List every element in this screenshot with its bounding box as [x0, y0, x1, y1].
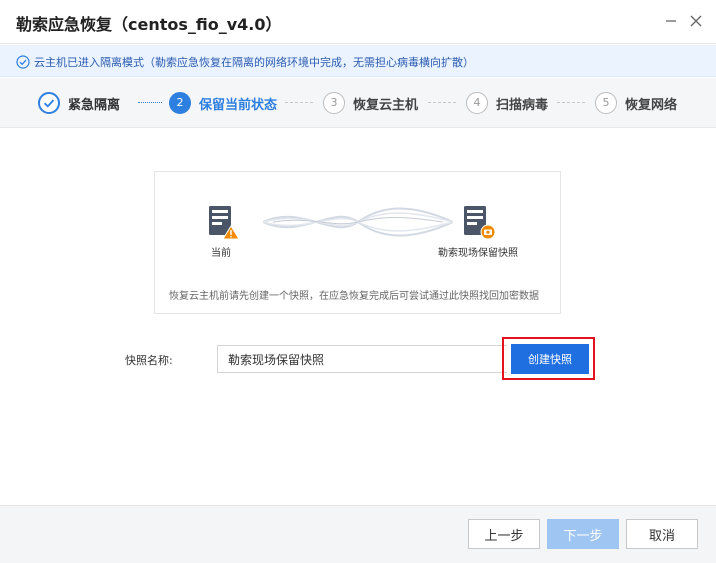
title-bar: 勒索应急恢复（centos_fio_v4.0）: [0, 0, 716, 44]
step-label: 紧急隔离: [68, 98, 121, 113]
snapshot-name-input[interactable]: [217, 345, 507, 373]
previous-button[interactable]: 上一步: [468, 519, 540, 549]
wizard-steps: 紧急隔离 2 保留当前状态 3 恢复云主机 4 扫描病毒 5 恢复网络: [0, 78, 716, 128]
close-icon[interactable]: [688, 13, 704, 29]
step-connector: [557, 102, 585, 103]
step-connector: [285, 102, 313, 103]
snapshot-diagram: 当前 勒索现场保留快照 恢复云主机前请先创建一个快照，在应急恢复完成后可尝试通过…: [154, 171, 561, 314]
minimize-icon[interactable]: [663, 13, 679, 29]
isolation-notice: 云主机已进入隔离模式（勒索应急恢复在隔离的网络环境中完成，无需担心病毒横向扩散）: [0, 45, 716, 77]
step-number: 2: [169, 92, 191, 114]
step-label: 扫描病毒: [496, 98, 549, 113]
step-label: 恢复云主机: [353, 98, 419, 113]
check-circle-icon: [16, 54, 30, 69]
next-button[interactable]: 下一步: [547, 519, 619, 549]
step-number: 5: [595, 92, 617, 114]
step-label: 恢复网络: [625, 98, 678, 113]
create-snapshot-button[interactable]: 创建快照: [511, 344, 589, 374]
step-connector: [428, 102, 456, 103]
diagram-description: 恢复云主机前请先创建一个快照，在应急恢复完成后可尝试通过此快照找回加密数据: [169, 291, 539, 302]
step-label: 保留当前状态: [199, 98, 278, 113]
step-number: 3: [323, 92, 345, 114]
snapshot-name-label: 快照名称:: [125, 354, 173, 367]
step-number: 4: [466, 92, 488, 114]
server-snapshot-icon: [463, 205, 496, 241]
dialog-footer: 上一步 下一步 取消: [0, 505, 716, 563]
current-state-label: 当前: [211, 248, 231, 259]
step-connector: [138, 102, 162, 103]
server-warning-icon: [208, 205, 240, 241]
step-done-icon: [38, 92, 60, 114]
snapshot-label: 勒索现场保留快照: [438, 248, 518, 259]
isolation-notice-text: 云主机已进入隔离模式（勒索应急恢复在隔离的网络环境中完成，无需担心病毒横向扩散）: [34, 56, 474, 69]
transfer-waves: [262, 202, 454, 242]
dialog-title: 勒索应急恢复（centos_fio_v4.0）: [16, 15, 282, 34]
cancel-button[interactable]: 取消: [626, 519, 698, 549]
